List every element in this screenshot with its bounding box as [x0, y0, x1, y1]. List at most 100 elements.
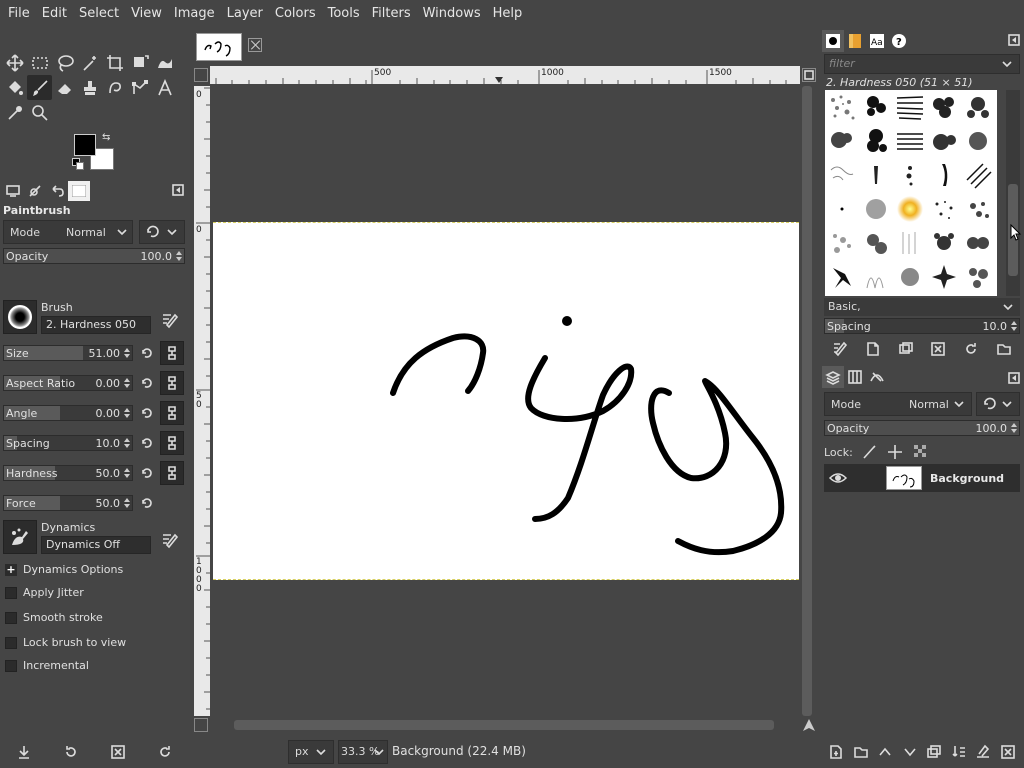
brush-thumbnail[interactable]: [859, 90, 893, 124]
brush-thumbnail[interactable]: [893, 158, 927, 192]
brush-thumbnail[interactable]: [893, 260, 927, 294]
brush-preview-button[interactable]: [3, 300, 37, 334]
menu-tools[interactable]: Tools: [322, 0, 366, 28]
reset-colors-icon[interactable]: [72, 158, 84, 170]
link-size-icon[interactable]: [160, 341, 184, 365]
fonts-tab-icon[interactable]: Aa: [866, 30, 888, 52]
spin-icon[interactable]: [123, 497, 131, 509]
brush-thumbnail[interactable]: [927, 192, 961, 226]
brush-tag-select[interactable]: Basic,: [824, 298, 1020, 316]
brush-thumbnail[interactable]: [825, 294, 859, 296]
menu-select[interactable]: Select: [73, 0, 125, 28]
hardness-slider[interactable]: Hardness 50.0: [3, 465, 133, 481]
brush-thumbnail[interactable]: [927, 260, 961, 294]
spin-icon[interactable]: [123, 347, 131, 359]
reset-hardness-icon[interactable]: [137, 463, 157, 483]
smudge-icon[interactable]: [102, 75, 127, 100]
paths-tab-icon[interactable]: [866, 366, 888, 388]
layers-tab-icon[interactable]: [822, 366, 844, 388]
brush-thumbnail[interactable]: [859, 260, 893, 294]
aspect-ratio-slider[interactable]: Aspect Ratio 0.00: [3, 375, 133, 391]
brush-thumbnail[interactable]: [961, 90, 995, 124]
new-layer-icon[interactable]: [828, 744, 844, 760]
menu-view[interactable]: View: [125, 0, 168, 28]
fuzzy-select-icon[interactable]: [77, 50, 102, 75]
spin-icon[interactable]: [123, 407, 131, 419]
brush-spacing-slider[interactable]: Spacing 10.0: [824, 318, 1020, 334]
menu-layer[interactable]: Layer: [221, 0, 269, 28]
layer-row[interactable]: Background: [824, 464, 1020, 492]
delete-layer-icon[interactable]: [1000, 744, 1016, 760]
foreground-color[interactable]: [74, 134, 96, 156]
edit-dynamics-icon[interactable]: [160, 530, 180, 550]
raise-layer-icon[interactable]: [877, 744, 893, 760]
refresh-brushes-icon[interactable]: [963, 341, 979, 357]
lock-position-icon[interactable]: [887, 444, 903, 460]
brush-thumbnail[interactable]: [893, 90, 927, 124]
reset-spacing-icon[interactable]: [137, 433, 157, 453]
dynamics-name-field[interactable]: Dynamics Off: [41, 536, 151, 554]
layer-mode-select[interactable]: Mode Normal: [824, 392, 972, 416]
lower-layer-icon[interactable]: [902, 744, 918, 760]
brush-thumbnail[interactable]: [927, 124, 961, 158]
brush-thumbnail[interactable]: [859, 158, 893, 192]
bucket-fill-icon[interactable]: [2, 75, 27, 100]
ruler-corner-icon[interactable]: [194, 68, 208, 82]
delete-options-icon[interactable]: [108, 742, 128, 762]
menu-help[interactable]: Help: [487, 0, 529, 28]
brush-thumbnail[interactable]: [927, 226, 961, 260]
lasso-icon[interactable]: [52, 50, 77, 75]
duplicate-brush-icon[interactable]: [898, 341, 914, 357]
spin-icon[interactable]: [1010, 320, 1018, 332]
brush-filter-input[interactable]: filter: [824, 54, 1020, 74]
reset-size-icon[interactable]: [137, 343, 157, 363]
warp-icon[interactable]: [152, 50, 177, 75]
brush-thumbnail[interactable]: [859, 124, 893, 158]
brush-thumbnail[interactable]: [927, 158, 961, 192]
apply-jitter-checkbox[interactable]: Apply Jitter: [5, 586, 84, 599]
restore-options-icon[interactable]: [61, 742, 81, 762]
brush-thumbnail[interactable]: [961, 260, 995, 294]
brush-thumbnail[interactable]: [961, 192, 995, 226]
brush-thumbnail[interactable]: [859, 226, 893, 260]
spin-icon[interactable]: [1010, 422, 1018, 434]
brush-thumbnail[interactable]: [825, 192, 859, 226]
mode-reset-button[interactable]: [139, 220, 185, 244]
brush-thumbnail[interactable]: [825, 158, 859, 192]
brush-thumbnail[interactable]: [825, 90, 859, 124]
image-tab-thumbnail[interactable]: [196, 33, 242, 61]
device-status-tab-icon[interactable]: [24, 181, 46, 201]
canvas-viewport[interactable]: [210, 86, 800, 716]
reset-angle-icon[interactable]: [137, 403, 157, 423]
rect-select-icon[interactable]: [27, 50, 52, 75]
brush-thumbnail[interactable]: [927, 90, 961, 124]
color-picker-icon[interactable]: [2, 100, 27, 125]
opacity-slider[interactable]: Opacity 100.0: [3, 248, 185, 264]
dynamics-preview-button[interactable]: [3, 520, 37, 554]
menu-windows[interactable]: Windows: [417, 0, 487, 28]
clone-icon[interactable]: [77, 75, 102, 100]
scrollbar-thumb[interactable]: [234, 720, 774, 730]
zoom-icon[interactable]: [27, 100, 52, 125]
spin-icon[interactable]: [123, 377, 131, 389]
merge-down-icon[interactable]: [951, 744, 967, 760]
brush-thumbnail[interactable]: [825, 124, 859, 158]
crop-icon[interactable]: [102, 50, 127, 75]
reset-aspect-icon[interactable]: [137, 373, 157, 393]
paintbrush-icon[interactable]: [27, 75, 52, 100]
menu-file[interactable]: File: [2, 0, 36, 28]
layers-list[interactable]: [824, 492, 1020, 738]
brush-thumbnail[interactable]: [893, 124, 927, 158]
brush-thumbnail[interactable]: [893, 226, 927, 260]
layers-dock-menu-icon[interactable]: [1008, 372, 1020, 384]
image-canvas[interactable]: [213, 222, 799, 580]
help-tab-icon[interactable]: ?: [888, 30, 910, 52]
brush-name-field[interactable]: 2. Hardness 050: [41, 316, 151, 334]
lock-alpha-icon[interactable]: [913, 444, 929, 460]
text-icon[interactable]: [152, 75, 177, 100]
link-aspect-icon[interactable]: [160, 371, 184, 395]
brush-thumbnail[interactable]: [961, 158, 995, 192]
brush-grid-scrollbar[interactable]: [1006, 90, 1020, 296]
quick-mask-icon[interactable]: [194, 718, 208, 732]
eraser-icon[interactable]: [52, 75, 77, 100]
